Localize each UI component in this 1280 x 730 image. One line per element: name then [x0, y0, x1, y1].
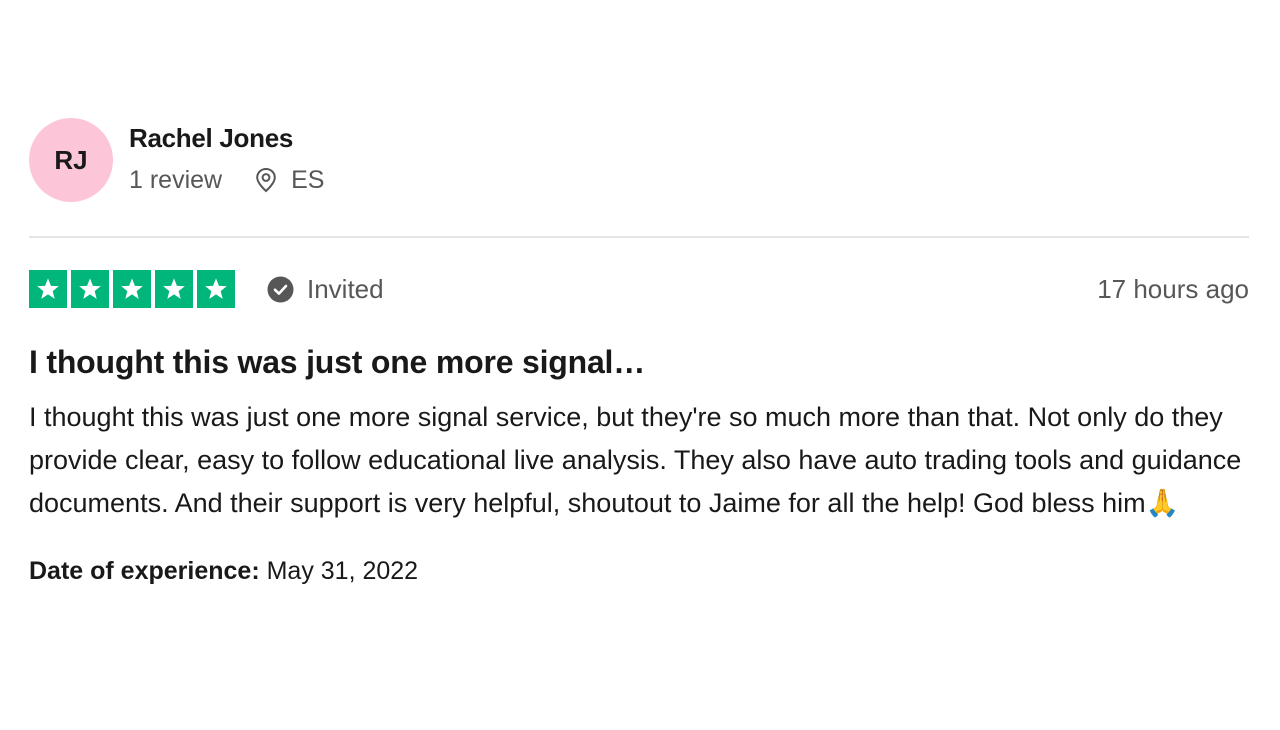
review-count: 1 review [129, 166, 223, 194]
star-icon [71, 270, 109, 308]
review-time: 17 hours ago [1097, 273, 1249, 304]
review-card: RJ Rachel Jones 1 review ES Invited 17 h… [29, 118, 1249, 587]
location-pin-icon [254, 167, 278, 193]
star-rating [29, 270, 235, 308]
experience-label: Date of experience: [29, 557, 260, 585]
star-icon [197, 270, 235, 308]
location-code: ES [291, 166, 325, 194]
avatar-initials: RJ [54, 144, 88, 175]
rating-left: Invited [29, 270, 384, 308]
review-body: I thought this was just one more signal … [29, 402, 1242, 518]
reviewer-meta: 1 review ES [129, 165, 324, 195]
reviewer-info: Rachel Jones 1 review ES [129, 118, 324, 195]
check-circle-icon [267, 276, 294, 303]
reviewer-location: ES [254, 165, 324, 195]
rating-row: Invited 17 hours ago [29, 270, 1249, 308]
invited-badge[interactable]: Invited [267, 274, 384, 305]
star-icon [29, 270, 67, 308]
review-title[interactable]: I thought this was just one more signal… [29, 342, 1249, 382]
invited-label: Invited [307, 273, 384, 304]
reviewer-section: RJ Rachel Jones 1 review ES [29, 118, 1249, 204]
reviewer-name[interactable]: Rachel Jones [129, 123, 324, 153]
date-of-experience: Date of experience: May 31, 2022 [29, 555, 1249, 587]
star-icon [155, 270, 193, 308]
star-icon [113, 270, 151, 308]
experience-date: May 31, 2022 [266, 557, 419, 585]
avatar[interactable]: RJ [29, 118, 113, 202]
divider [29, 236, 1249, 238]
